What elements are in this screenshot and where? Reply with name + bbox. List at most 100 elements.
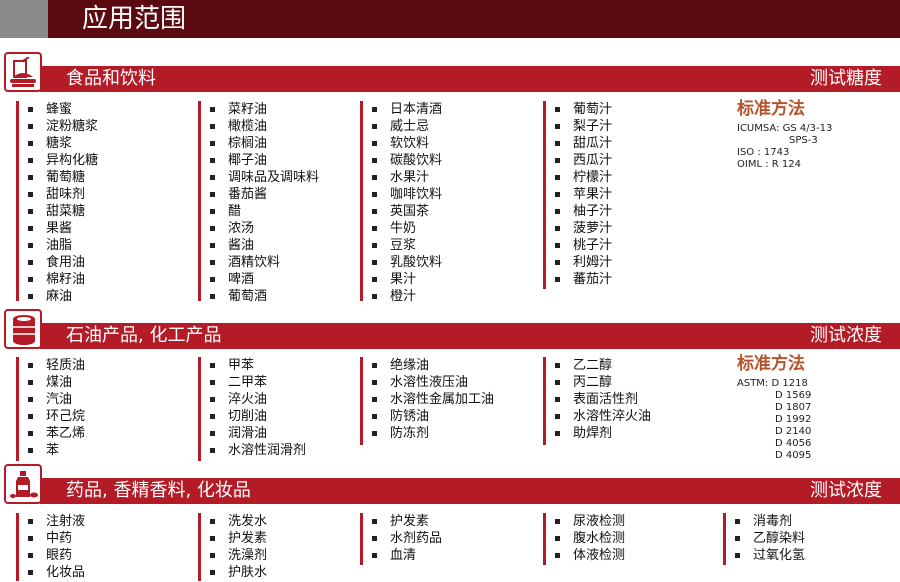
food-list-1: 蜂蜜 淀粉糖浆 糖浆 异构化糖 葡萄糖 甜味剂 甜菜糖 果酱 油脂 食用油 棉籽… — [19, 101, 98, 305]
list-item: 护发素 — [201, 530, 267, 547]
list-item: 豆浆 — [363, 237, 442, 254]
list-item: 切削油 — [201, 408, 306, 425]
pharma-column-4: 尿液检测 腹水检测 体液检测 — [543, 513, 625, 565]
list-item: 绝缘油 — [363, 357, 494, 374]
list-item: 洗发水 — [201, 513, 267, 530]
list-item: 眼药 — [19, 547, 85, 564]
list-item: 淬火油 — [201, 391, 306, 408]
list-item: 柠檬汁 — [546, 169, 612, 186]
standard-line: D 4095 — [775, 450, 812, 461]
list-item: 西瓜汁 — [546, 152, 612, 169]
food-list-3: 日本清酒 威士忌 软饮料 碳酸饮料 水果汁 咖啡饮料 英国茶 牛奶 豆浆 乳酸饮… — [363, 101, 442, 305]
petroleum-column-3: 绝缘油 水溶性液压油 水溶性金属加工油 防锈油 防冻剂 — [360, 357, 494, 445]
list-item: 果汁 — [363, 271, 442, 288]
list-item: 体液检测 — [546, 547, 625, 564]
section-title: 食品和饮料 — [66, 68, 156, 89]
standard-line: D 1992 — [775, 414, 812, 425]
list-item: 酒精饮料 — [201, 254, 319, 271]
section-title: 石油产品, 化工产品 — [66, 325, 222, 346]
list-item: 菠萝汁 — [546, 220, 612, 237]
list-item: 油脂 — [19, 237, 98, 254]
list-item: 英国茶 — [363, 203, 442, 220]
list-item: 水溶性淬火油 — [546, 408, 651, 425]
petroleum-list-2: 甲苯 二甲苯 淬火油 切削油 润滑油 水溶性润滑剂 — [201, 357, 306, 459]
standard-line: D 1569 — [775, 390, 812, 401]
standard-line: ASTM: D 1218 — [737, 378, 808, 389]
list-item: 椰子油 — [201, 152, 319, 169]
standard-methods-food: 标准方法 ICUMSA: GS 4/3-13 SPS-3 ISO : 1743 … — [737, 99, 832, 171]
list-item: 注射液 — [19, 513, 85, 530]
list-item: 麻油 — [19, 288, 98, 305]
list-item: 乙二醇 — [546, 357, 651, 374]
medicine-bottle-icon — [4, 464, 42, 504]
list-item: 糖浆 — [19, 135, 98, 152]
list-item: 葡萄糖 — [19, 169, 98, 186]
list-item: 血清 — [363, 547, 442, 564]
list-item: 甜菜糖 — [19, 203, 98, 220]
list-item: 乙醇染料 — [726, 530, 805, 547]
list-item: 利姆汁 — [546, 254, 612, 271]
list-item: 煤油 — [19, 374, 85, 391]
list-item: 消毒剂 — [726, 513, 805, 530]
list-item: 番茄酱 — [201, 186, 319, 203]
list-item: 菜籽油 — [201, 101, 319, 118]
list-item: 葡萄酒 — [201, 288, 319, 305]
standard-line: ISO : 1743 — [737, 147, 790, 158]
list-item: 过氧化氢 — [726, 547, 805, 564]
list-item: 啤酒 — [201, 271, 319, 288]
section-test-label: 测试糖度 — [810, 68, 882, 89]
list-item: 柚子汁 — [546, 203, 612, 220]
list-item: 甜味剂 — [19, 186, 98, 203]
list-item: 化妆品 — [19, 564, 85, 581]
list-item: 助焊剂 — [546, 425, 651, 442]
standard-title: 标准方法 — [737, 354, 805, 374]
standard-line: SPS-3 — [789, 135, 818, 146]
list-item: 威士忌 — [363, 118, 442, 135]
section-band: 药品, 香精香料, 化妆品 测试浓度 — [40, 478, 900, 504]
food-drink-icon — [4, 52, 42, 92]
list-item: 甜瓜汁 — [546, 135, 612, 152]
standard-line: ICUMSA: GS 4/3-13 — [737, 123, 833, 134]
list-item: 腹水检测 — [546, 530, 625, 547]
list-item: 淀粉糖浆 — [19, 118, 98, 135]
list-item: 二甲苯 — [201, 374, 306, 391]
section-test-label: 测试浓度 — [810, 480, 882, 501]
pharma-column-3: 护发素 水剂药品 血清 — [360, 513, 442, 565]
list-item: 梨子汁 — [546, 118, 612, 135]
list-item: 葡萄汁 — [546, 101, 612, 118]
list-item: 桃子汁 — [546, 237, 612, 254]
pharma-list-2: 洗发水 护发素 洗澡剂 护肤水 — [201, 513, 267, 581]
header-accent — [0, 0, 48, 38]
oil-barrel-icon — [4, 309, 42, 349]
list-item: 汽油 — [19, 391, 85, 408]
list-item: 蜂蜜 — [19, 101, 98, 118]
food-column-3: 日本清酒 威士忌 软饮料 碳酸饮料 水果汁 咖啡饮料 英国茶 牛奶 豆浆 乳酸饮… — [360, 101, 442, 304]
list-item: 水剂药品 — [363, 530, 442, 547]
standard-title: 标准方法 — [737, 99, 805, 119]
list-item: 苯 — [19, 442, 85, 459]
list-item: 橄榄油 — [201, 118, 319, 135]
standard-line: D 2140 — [775, 426, 812, 437]
pharma-list-1: 注射液 中药 眼药 化妆品 — [19, 513, 85, 581]
petroleum-column-1: 轻质油 煤油 汽油 环己烷 苯乙烯 苯 — [16, 357, 85, 461]
list-item: 棕榈油 — [201, 135, 319, 152]
page-header: 应用范围 — [0, 0, 900, 38]
list-item: 食用油 — [19, 254, 98, 271]
petroleum-list-1: 轻质油 煤油 汽油 环己烷 苯乙烯 苯 — [19, 357, 85, 459]
list-item: 润滑油 — [201, 425, 306, 442]
list-item: 日本清酒 — [363, 101, 442, 118]
list-item: 中药 — [19, 530, 85, 547]
section-band: 食品和饮料 测试糖度 — [40, 66, 900, 92]
standard-line: D 1807 — [775, 402, 812, 413]
list-item: 水溶性金属加工油 — [363, 391, 494, 408]
list-item: 尿液检测 — [546, 513, 625, 530]
list-item: 碳酸饮料 — [363, 152, 442, 169]
list-item: 浓汤 — [201, 220, 319, 237]
list-item: 水溶性润滑剂 — [201, 442, 306, 459]
pharma-list-4: 尿液检测 腹水检测 体液检测 — [546, 513, 625, 564]
pharma-column-5: 消毒剂 乙醇染料 过氧化氢 — [723, 513, 805, 565]
list-item: 调味品及调味料 — [201, 169, 319, 186]
list-item: 轻质油 — [19, 357, 85, 374]
food-list-4: 葡萄汁 梨子汁 甜瓜汁 西瓜汁 柠檬汁 苹果汁 柚子汁 菠萝汁 桃子汁 利姆汁 … — [546, 101, 612, 288]
list-item: 水果汁 — [363, 169, 442, 186]
